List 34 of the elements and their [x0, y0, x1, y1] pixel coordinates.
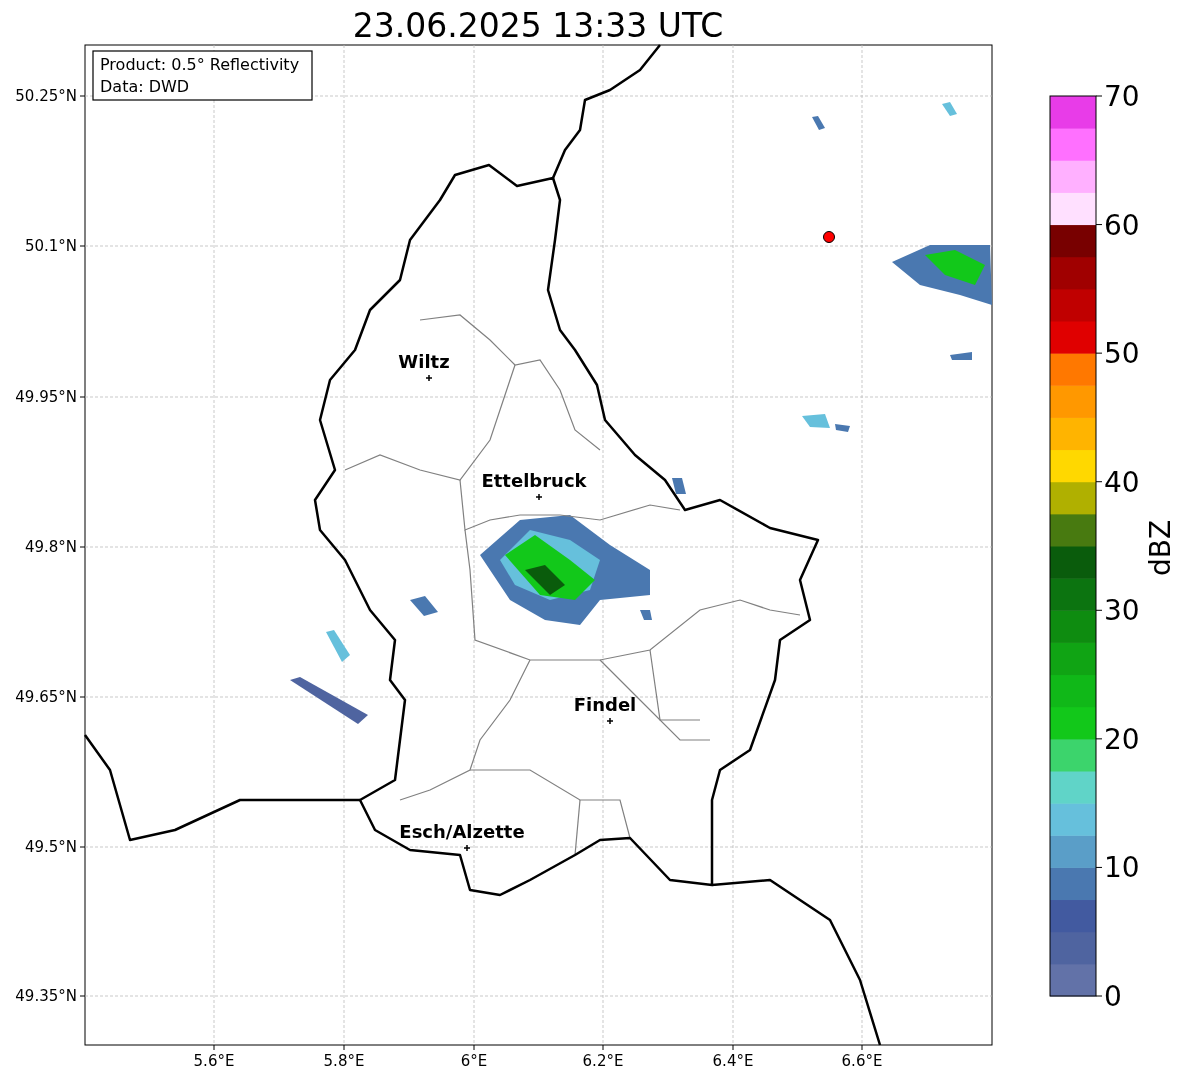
radar-site-marker — [823, 231, 835, 243]
colorbar-tick-label: 70 — [1104, 80, 1140, 113]
longitude-label: 6.4°E — [712, 1052, 754, 1070]
longitude-label: 5.8°E — [323, 1052, 365, 1070]
latitude-label: 49.65°N — [15, 688, 77, 706]
latitude-label: 49.95°N — [15, 388, 77, 406]
longitude-label: 6.2°E — [582, 1052, 624, 1070]
colorbar-tick-label: 0 — [1104, 980, 1122, 1013]
city-label: Findel — [573, 694, 637, 715]
city-marker — [606, 717, 614, 725]
latitude-label: 49.35°N — [15, 987, 77, 1005]
colorbar-tick-label: 60 — [1104, 208, 1140, 242]
city-marker — [463, 844, 471, 852]
longitude-label: 6.6°E — [841, 1052, 883, 1070]
colorbar-tick-label: 40 — [1104, 465, 1140, 499]
city-label: Wiltz — [398, 351, 450, 372]
latitude-label: 49.8°N — [24, 538, 77, 556]
latitude-label: 50.1°N — [24, 237, 77, 255]
city-label: Esch/Alzette — [399, 821, 525, 842]
city-marker — [535, 493, 543, 501]
city-label: Ettelbruck — [481, 470, 587, 491]
city-marker — [425, 374, 433, 382]
latitude-label: 50.25°N — [15, 87, 77, 105]
map-title: 23.06.2025 13:33 UTC — [352, 6, 724, 45]
colorbar-tick-label: 10 — [1104, 851, 1140, 885]
longitude-label: 6°E — [460, 1052, 488, 1070]
info-text: Product: 0.5° Reflectivity — [100, 55, 300, 74]
colorbar-tick-label: 20 — [1104, 722, 1140, 756]
latitude-label: 49.5°N — [24, 838, 77, 856]
colorbar-tick-label: 50 — [1104, 337, 1140, 371]
info-text: Data: DWD — [100, 77, 190, 96]
colorbar-tick-label: 30 — [1104, 594, 1140, 628]
colorbar-label: dBZ — [1144, 519, 1177, 577]
longitude-label: 5.6°E — [193, 1052, 235, 1070]
